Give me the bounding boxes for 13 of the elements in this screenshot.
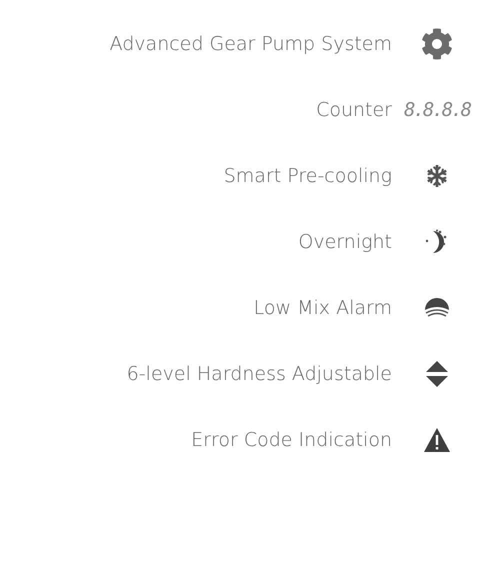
gear-icon (421, 28, 453, 60)
digit-display: 8.8.8.8 (404, 98, 470, 123)
moon-stars-icon (425, 229, 449, 255)
feature-label: Smart Pre-cooling (222, 164, 392, 189)
feature-label: Error Code Indication (190, 428, 392, 453)
feature-label: Counter (315, 98, 392, 123)
feature-label: Advanced Gear Pump System (108, 32, 392, 57)
feature-label: Overnight (297, 230, 392, 255)
feature-label: Low Mix Alarm (252, 296, 392, 321)
warning-icon (424, 428, 450, 452)
up-down-arrows-icon (426, 361, 448, 387)
feature-label: 6-level Hardness Adjustable (126, 362, 392, 387)
snowflake-icon (426, 165, 448, 187)
